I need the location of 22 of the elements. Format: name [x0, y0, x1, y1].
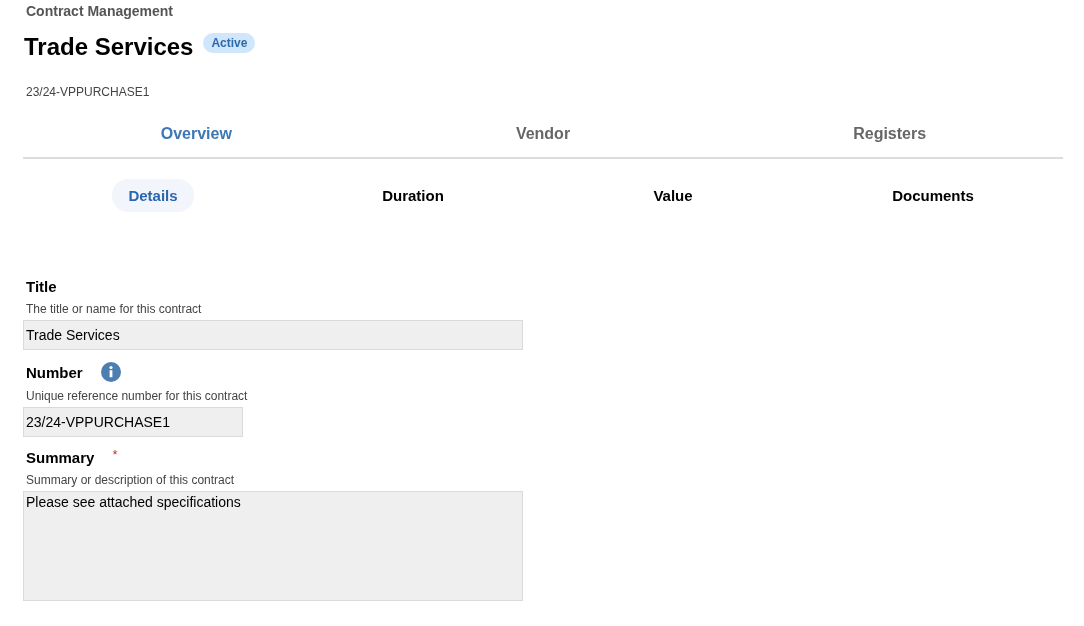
subtab[interactable]: Duration: [366, 179, 460, 212]
reference-number: 23/24-VPPURCHASE1: [26, 85, 150, 99]
field-label: Title: [26, 278, 57, 295]
field-label: Number: [26, 363, 83, 381]
tab[interactable]: Registers: [853, 117, 927, 157]
text-field[interactable]: 23/24-VPPURCHASE1: [23, 407, 243, 437]
field-hint: The title or name for this contract: [26, 302, 202, 316]
field-hint: Unique reference number for this contract: [26, 389, 248, 403]
subtab[interactable]: Details: [112, 179, 194, 212]
page-title: Trade Services: [24, 33, 194, 61]
status-badge: Active: [203, 33, 256, 53]
tab[interactable]: Vendor: [515, 117, 571, 157]
subtab[interactable]: Value: [637, 179, 709, 212]
text-area[interactable]: Please see attached specifications: [23, 491, 523, 601]
field-label: Summary: [26, 449, 95, 466]
subtab[interactable]: Documents: [876, 179, 990, 212]
info-icon[interactable]: [100, 362, 121, 382]
required-marker: *: [112, 447, 118, 462]
text-field[interactable]: Trade Services: [23, 320, 523, 350]
breadcrumb: Contract Management: [26, 3, 174, 19]
tab[interactable]: Overview: [160, 117, 232, 157]
field-hint: Summary or description of this contract: [26, 473, 235, 487]
